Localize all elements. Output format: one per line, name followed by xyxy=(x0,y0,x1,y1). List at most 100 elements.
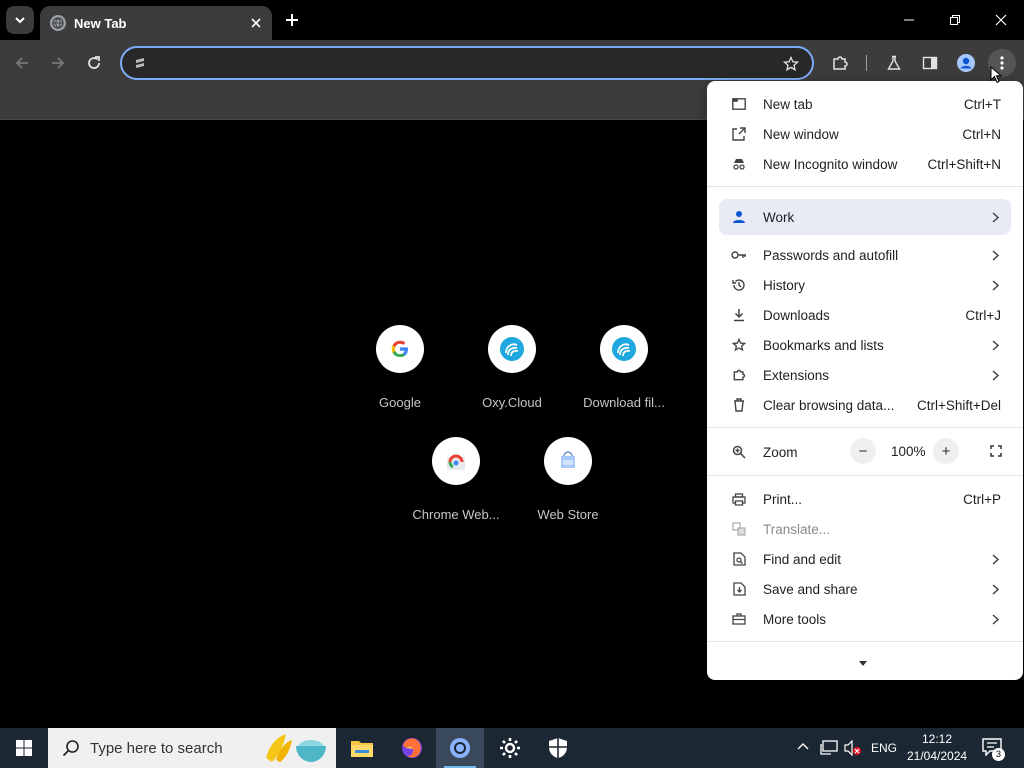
menu-item-new-window[interactable]: New window Ctrl+N xyxy=(707,119,1023,149)
tray-notifications[interactable]: 3 xyxy=(982,738,1006,761)
taskbar-chrome[interactable] xyxy=(436,728,484,768)
network-icon xyxy=(820,740,838,755)
labs-button[interactable] xyxy=(880,49,908,77)
site-info-icon[interactable] xyxy=(132,56,148,72)
key-icon xyxy=(731,247,747,263)
menu-item-print[interactable]: Print... Ctrl+P xyxy=(707,484,1023,514)
start-button[interactable] xyxy=(0,728,48,768)
tray-show-hidden-button[interactable] xyxy=(796,740,810,754)
menu-expand-button[interactable] xyxy=(859,653,871,666)
incognito-icon xyxy=(731,156,747,172)
menu-item-new-incognito[interactable]: New Incognito window Ctrl+Shift+N xyxy=(707,149,1023,179)
puzzle-icon xyxy=(731,367,747,383)
toolbar-divider xyxy=(866,55,867,71)
chevron-right-icon xyxy=(989,249,1001,261)
new-tab-button[interactable] xyxy=(280,8,304,32)
menu-item-downloads[interactable]: Downloads Ctrl+J xyxy=(707,300,1023,330)
menu-divider xyxy=(707,186,1023,187)
chrome-web-store-icon xyxy=(432,437,480,485)
menu-item-save-share[interactable]: Save and share xyxy=(707,574,1023,604)
zoom-icon xyxy=(731,444,747,460)
tab-new-tab[interactable]: New Tab xyxy=(40,6,272,40)
cursor-arrow-icon xyxy=(990,65,1003,84)
menu-item-extensions[interactable]: Extensions xyxy=(707,360,1023,390)
shortcut-chrome-web-store[interactable]: Chrome Web... xyxy=(400,421,512,533)
close-window-button[interactable] xyxy=(978,0,1024,40)
web-store-icon xyxy=(544,437,592,485)
oxy-cloud-icon xyxy=(488,325,536,373)
menu-item-bookmarks[interactable]: Bookmarks and lists xyxy=(707,330,1023,360)
arrow-right-icon xyxy=(52,57,65,69)
tray-volume[interactable] xyxy=(844,739,862,757)
taskbar-security[interactable] xyxy=(534,728,582,768)
new-tab-icon xyxy=(731,96,747,112)
shortcut-google[interactable]: Google xyxy=(344,309,456,421)
reload-button[interactable] xyxy=(80,49,108,77)
chevron-right-icon xyxy=(989,211,1001,223)
menu-item-more-tools[interactable]: More tools xyxy=(707,604,1023,634)
tray-network[interactable] xyxy=(820,740,838,756)
shortcut-web-store[interactable]: Web Store xyxy=(512,421,624,533)
toolbar xyxy=(0,40,1024,86)
trash-icon xyxy=(731,397,747,413)
minimize-button[interactable] xyxy=(886,0,932,40)
menu-item-translate[interactable]: Translate... xyxy=(707,514,1023,544)
profile-button[interactable] xyxy=(952,49,980,77)
side-panel-icon xyxy=(922,56,938,70)
chevron-right-icon xyxy=(989,339,1001,351)
fullscreen-button[interactable] xyxy=(983,438,1009,464)
forward-button[interactable] xyxy=(44,49,72,77)
address-input[interactable] xyxy=(156,54,776,74)
tray-language[interactable]: ENG xyxy=(871,741,897,755)
caret-down-icon xyxy=(859,661,867,666)
toolbox-icon xyxy=(731,611,747,627)
taskbar-firefox[interactable] xyxy=(388,728,436,768)
taskbar-search-box[interactable]: Type here to search xyxy=(48,728,336,768)
tray-date[interactable]: 21/04/2024 xyxy=(907,749,967,763)
restore-button[interactable] xyxy=(932,0,978,40)
search-icon xyxy=(60,737,82,759)
tray-time[interactable]: 12:12 xyxy=(922,732,952,746)
menu-item-new-tab[interactable]: New tab Ctrl+T xyxy=(707,89,1023,119)
shortcut-label: Chrome Web... xyxy=(412,507,500,522)
reload-icon xyxy=(88,56,100,69)
taskbar-search-placeholder: Type here to search xyxy=(90,739,223,757)
chevron-down-icon xyxy=(15,17,25,24)
zoom-in-button[interactable]: + xyxy=(933,438,959,464)
back-button[interactable] xyxy=(8,49,36,77)
volume-muted-icon xyxy=(844,739,861,757)
fullscreen-icon xyxy=(990,445,1002,457)
avatar-icon xyxy=(957,54,975,72)
find-in-page-icon xyxy=(731,551,747,567)
chevron-right-icon xyxy=(989,583,1001,595)
chevron-right-icon xyxy=(989,279,1001,291)
extensions-button[interactable] xyxy=(826,49,854,77)
profile-row-content[interactable]: Work xyxy=(707,202,1023,232)
zoom-out-button[interactable]: − xyxy=(850,438,876,464)
shortcut-oxy-cloud[interactable]: Oxy.Cloud xyxy=(456,309,568,421)
chevron-right-icon xyxy=(989,613,1001,625)
close-icon xyxy=(251,18,261,28)
menu-item-history[interactable]: History xyxy=(707,270,1023,300)
taskbar-settings[interactable] xyxy=(486,728,534,768)
menu-item-clear-browsing-data[interactable]: Clear browsing data... Ctrl+Shift+Del xyxy=(707,390,1023,420)
bookmark-star-button[interactable] xyxy=(782,55,800,73)
windows-taskbar: Type here to search ENG 12:12 21/04/2024… xyxy=(0,728,1024,768)
chrome-main-menu: New tab Ctrl+T New window Ctrl+N New Inc… xyxy=(707,81,1023,680)
star-icon xyxy=(731,337,747,353)
download-icon xyxy=(731,307,747,323)
menu-divider xyxy=(707,427,1023,428)
star-icon xyxy=(783,56,799,72)
tab-strip: New Tab xyxy=(0,0,1024,40)
chrome-icon xyxy=(450,738,470,758)
menu-item-find-edit[interactable]: Find and edit xyxy=(707,544,1023,574)
taskbar-file-explorer[interactable] xyxy=(338,728,386,768)
tab-search-button[interactable] xyxy=(6,6,34,34)
folder-icon xyxy=(351,741,373,757)
address-bar[interactable] xyxy=(120,46,814,80)
history-icon xyxy=(731,277,747,293)
side-panel-button[interactable] xyxy=(916,49,944,77)
shortcut-download-files[interactable]: Download fil... xyxy=(568,309,680,421)
tab-close-button[interactable] xyxy=(246,13,266,33)
menu-item-passwords[interactable]: Passwords and autofill xyxy=(707,240,1023,270)
